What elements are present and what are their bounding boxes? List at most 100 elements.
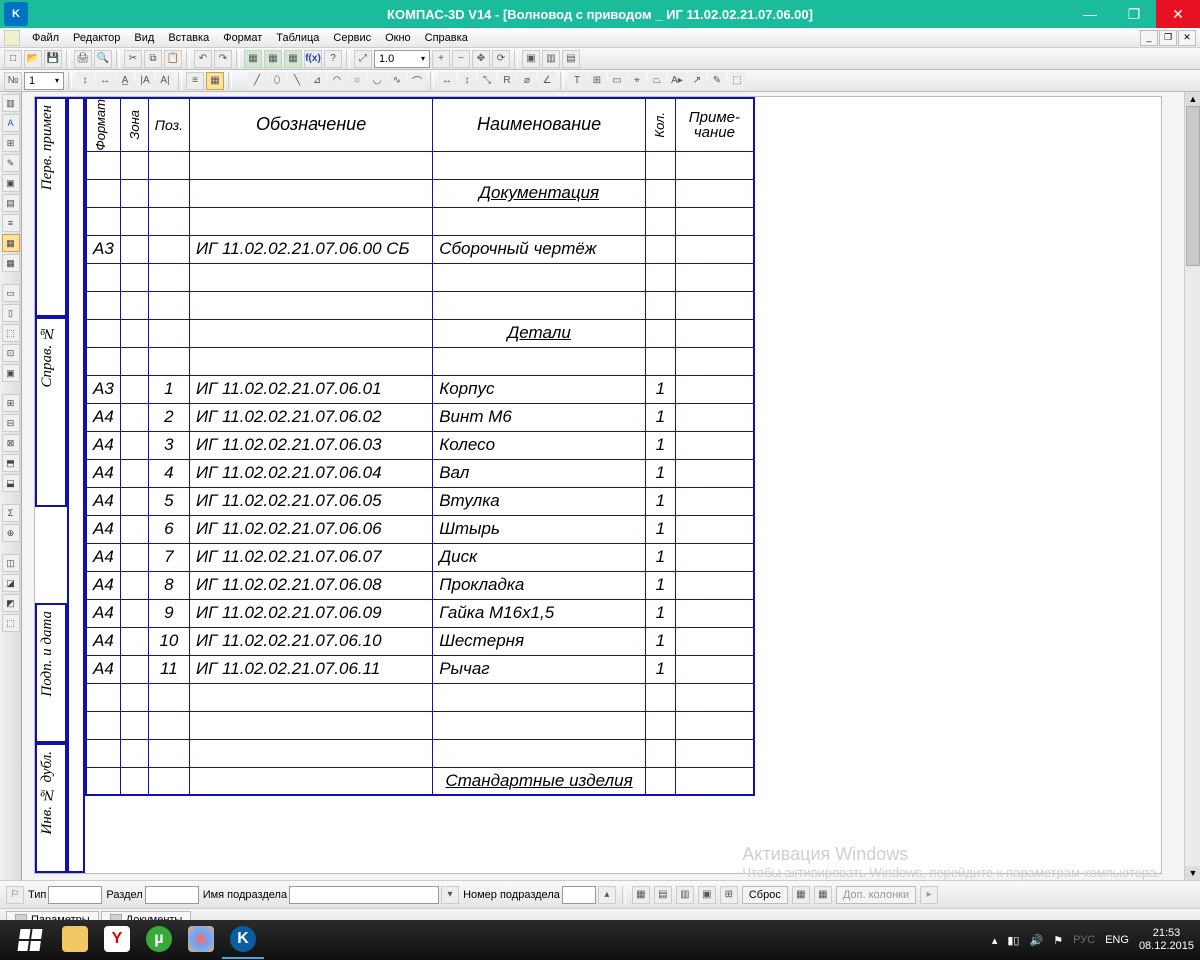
tbl3-icon[interactable]: ▦ — [284, 50, 302, 68]
task-yandex[interactable]: Y — [96, 921, 138, 959]
copy-icon[interactable]: ⧉ — [144, 50, 162, 68]
minimize-button[interactable]: — — [1068, 0, 1112, 28]
menu-format[interactable]: Формат — [217, 30, 268, 46]
table-row[interactable] — [86, 291, 754, 319]
table-row[interactable]: А46ИГ 11.02.02.21.07.06.06Штырь1 — [86, 515, 754, 543]
table-row[interactable]: А3ИГ 11.02.02.21.07.06.00 СБСборочный че… — [86, 235, 754, 263]
start-button[interactable] — [6, 921, 54, 959]
tray-net-icon[interactable]: ▮▯ — [1007, 934, 1019, 947]
refresh-icon[interactable]: ⟳ — [492, 50, 510, 68]
win3-icon[interactable]: ▤ — [562, 50, 580, 68]
pp-subno-up-icon[interactable]: ▴ — [598, 886, 616, 904]
win2-icon[interactable]: ▥ — [542, 50, 560, 68]
pp-b4-icon[interactable]: ▣ — [698, 886, 716, 904]
draw-t2[interactable]: ⬯ — [268, 72, 286, 90]
table-row[interactable] — [86, 739, 754, 767]
pan-icon[interactable]: ✥ — [472, 50, 490, 68]
lt-24[interactable]: ◩ — [2, 594, 20, 612]
task-utorrent[interactable]: µ — [138, 921, 180, 959]
pp-b5-icon[interactable]: ⊞ — [720, 886, 738, 904]
lt-14[interactable]: ▣ — [2, 364, 20, 382]
table-row[interactable]: А49ИГ 11.02.02.21.07.06.09Гайка М16х1,51 — [86, 599, 754, 627]
table-row[interactable]: А43ИГ 11.02.02.21.07.06.03Колесо1 — [86, 431, 754, 459]
zoom-combo[interactable]: 1.0▾ — [374, 50, 430, 68]
lt-23[interactable]: ◪ — [2, 574, 20, 592]
pp-b7-icon[interactable]: ▦ — [814, 886, 832, 904]
pp-b8-icon[interactable]: ▸ — [920, 886, 938, 904]
tray-clock[interactable]: 21:5308.12.2015 — [1139, 927, 1194, 953]
draw-t7[interactable]: ◡ — [368, 72, 386, 90]
lt-12[interactable]: ⬚ — [2, 324, 20, 342]
lt-10[interactable]: ▭ — [2, 284, 20, 302]
pp-b1-icon[interactable]: ▦ — [632, 886, 650, 904]
win1-icon[interactable]: ▣ — [522, 50, 540, 68]
fx-icon[interactable]: f(x) — [304, 50, 322, 68]
dim1-icon[interactable]: ↔ — [438, 72, 456, 90]
draw-t5[interactable]: ◠ — [328, 72, 346, 90]
lt-17[interactable]: ⊠ — [2, 434, 20, 452]
tbl2-icon[interactable]: ▦ — [264, 50, 282, 68]
an9-icon[interactable]: ⬚ — [728, 72, 746, 90]
lt-spec-icon[interactable]: ▥ — [2, 94, 20, 112]
pp-reset-button[interactable]: Сброс — [742, 886, 788, 904]
table-row[interactable]: А31ИГ 11.02.02.21.07.06.01Корпус1 — [86, 375, 754, 403]
menu-service[interactable]: Сервис — [327, 30, 377, 46]
mdi-restore-icon[interactable]: ❐ — [1159, 30, 1177, 46]
mdi-close-icon[interactable]: ✕ — [1178, 30, 1196, 46]
table-row[interactable]: А410ИГ 11.02.02.21.07.06.10Шестерня1 — [86, 627, 754, 655]
an3-icon[interactable]: ▭ — [608, 72, 626, 90]
lt-6[interactable]: ▤ — [2, 194, 20, 212]
dim4-icon[interactable]: R — [498, 72, 516, 90]
zoom-in-icon[interactable]: + — [432, 50, 450, 68]
table-row[interactable]: А47ИГ 11.02.02.21.07.06.07Диск1 — [86, 543, 754, 571]
lt-4[interactable]: ✎ — [2, 154, 20, 172]
draw-t1[interactable]: ╱ — [248, 72, 266, 90]
lt-9[interactable]: ▦ — [2, 254, 20, 272]
task-paint[interactable] — [180, 921, 222, 959]
pp-subname-input[interactable] — [289, 886, 439, 904]
tray-flag-icon[interactable]: ⚑ — [1053, 934, 1063, 947]
lt-15[interactable]: ⊞ — [2, 394, 20, 412]
pp-section-input[interactable] — [145, 886, 199, 904]
menu-view[interactable]: Вид — [128, 30, 160, 46]
lt-5[interactable]: ▣ — [2, 174, 20, 192]
undo-icon[interactable]: ↶ — [194, 50, 212, 68]
dim5-icon[interactable]: ⌀ — [518, 72, 536, 90]
task-kompas[interactable]: K — [222, 921, 264, 959]
lt-spec-sel-icon[interactable]: ▦ — [2, 234, 20, 252]
scroll-up-icon[interactable]: ▲ — [1185, 92, 1200, 106]
an7-icon[interactable]: ↗ — [688, 72, 706, 90]
lt-text-icon[interactable]: A — [2, 114, 20, 132]
pp-subno-input[interactable] — [562, 886, 596, 904]
page-icon[interactable]: № — [4, 72, 22, 90]
table-row[interactable]: А44ИГ 11.02.02.21.07.06.04Вал1 — [86, 459, 754, 487]
maximize-button[interactable]: ❐ — [1112, 0, 1156, 28]
tray-up-icon[interactable]: ▴ — [992, 934, 998, 947]
dim6-icon[interactable]: ∠ — [538, 72, 556, 90]
redo-icon[interactable]: ↷ — [214, 50, 232, 68]
pp-b3-icon[interactable]: ▥ — [676, 886, 694, 904]
draw-t3[interactable]: ╲ — [288, 72, 306, 90]
lt-19[interactable]: ⬓ — [2, 474, 20, 492]
mode-table-icon[interactable]: ▦ — [206, 72, 224, 90]
t2-2[interactable]: ↔ — [96, 72, 114, 90]
scroll-thumb[interactable] — [1186, 106, 1200, 266]
cut-icon[interactable]: ✂ — [124, 50, 142, 68]
tray-lang-en[interactable]: ENG — [1105, 934, 1129, 946]
canvas[interactable]: Перв. примен Справ. № Подп. и дата Инв. … — [22, 92, 1200, 880]
table-row[interactable] — [86, 683, 754, 711]
table-row[interactable] — [86, 207, 754, 235]
table-row[interactable]: А45ИГ 11.02.02.21.07.06.05Втулка1 — [86, 487, 754, 515]
menu-file[interactable]: Файл — [26, 30, 65, 46]
an5-icon[interactable]: ⏢ — [648, 72, 666, 90]
lt-sigma-icon[interactable]: Σ — [2, 504, 20, 522]
menu-table[interactable]: Таблица — [270, 30, 325, 46]
t2-1[interactable]: ↕ — [76, 72, 94, 90]
table-row[interactable]: А42ИГ 11.02.02.21.07.06.02Винт М61 — [86, 403, 754, 431]
pp-flag-icon[interactable]: ⚐ — [6, 886, 24, 904]
t2-3[interactable]: A̲ — [116, 72, 134, 90]
dim3-icon[interactable]: ⤡ — [478, 72, 496, 90]
an8-icon[interactable]: ✎ — [708, 72, 726, 90]
an4-icon[interactable]: ⌖ — [628, 72, 646, 90]
mode-text-icon[interactable]: ≡ — [186, 72, 204, 90]
